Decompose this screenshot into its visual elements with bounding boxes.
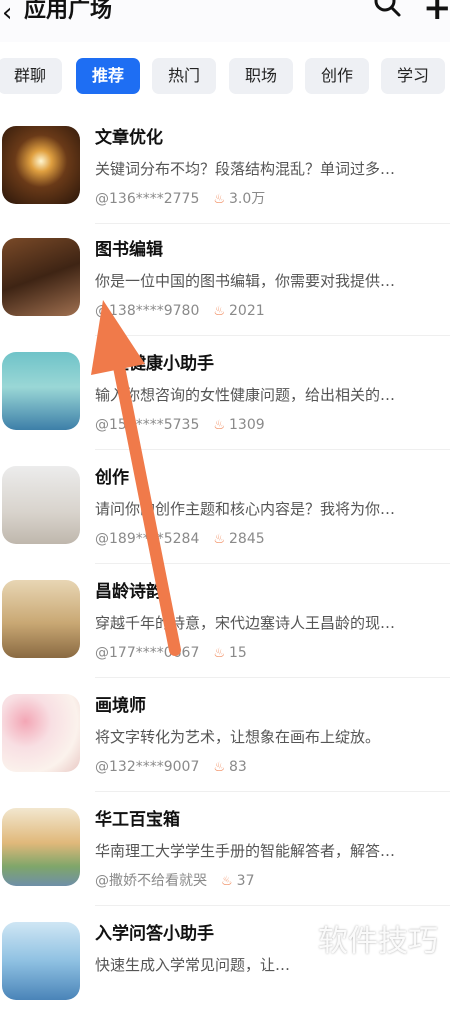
app-description: 穿越千年的诗意，宋代边塞诗人王昌龄的现… [95, 614, 396, 632]
app-meta: @152****5735 ♨ 1309 [95, 414, 265, 437]
divider [95, 449, 450, 450]
page-title: 应用广场 [24, 0, 113, 23]
app-meta: @撒娇不给看就哭 ♨ 37 [95, 870, 254, 893]
app-title: 创作 [95, 468, 129, 488]
category-tabs: 群聊 推荐 热门 职场 创作 学习 [0, 58, 450, 96]
divider [95, 563, 450, 564]
search-icon[interactable] [372, 0, 402, 18]
heat-count: 2845 [229, 531, 265, 547]
plus-icon[interactable]: + [423, 0, 450, 25]
app-description: 输入你想咨询的女性健康问题，给出相关的… [95, 386, 396, 404]
app-meta: @132****9007 ♨ 83 [95, 756, 247, 779]
app-description: 请问你的创作主题和核心内容是？我将为你… [95, 500, 396, 518]
author-handle: @138****9780 [95, 303, 200, 319]
app-thumbnail [2, 352, 80, 430]
app-description: 关键词分布不均？段落结构混乱？单词过多… [95, 160, 396, 178]
back-chevron-icon[interactable]: ‹ [2, 0, 12, 26]
divider [95, 905, 450, 906]
heat-count: 83 [229, 759, 247, 775]
app-title: 昌龄诗韵 [95, 582, 163, 602]
divider [95, 335, 450, 336]
divider [95, 677, 450, 678]
app-description: 将文字转化为艺术，让想象在画布上绽放。 [95, 728, 381, 746]
app-thumbnail [2, 580, 80, 658]
author-handle: @152****5735 [95, 417, 200, 433]
list-item[interactable]: 女性健康小助手 输入你想咨询的女性健康问题，给出相关的… @152****573… [0, 338, 450, 450]
app-description: 华南理工大学学生手册的智能解答者，解答… [95, 842, 396, 860]
app-title: 华工百宝箱 [95, 810, 180, 830]
app-thumbnail [2, 126, 80, 204]
author-handle: @136****2775 [95, 191, 200, 207]
app-thumbnail [2, 922, 80, 1000]
app-title: 女性健康小助手 [95, 354, 214, 374]
app-thumbnail [2, 238, 80, 316]
author-handle: @189****5284 [95, 531, 200, 547]
app-title: 图书编辑 [95, 240, 163, 260]
heat-count: 15 [229, 645, 247, 661]
list-item[interactable]: 创作 请问你的创作主题和核心内容是？我将为你… @189****5284 ♨ 284… [0, 452, 450, 564]
app-thumbnail [2, 694, 80, 772]
app-meta: @177****0667 ♨ 15 [95, 642, 247, 665]
app-title: 文章优化 [95, 128, 163, 148]
fire-icon: ♨ [213, 304, 226, 319]
app-title: 入学问答小助手 [95, 924, 214, 944]
author-handle: @177****0667 [95, 645, 200, 661]
fire-icon: ♨ [213, 192, 226, 207]
heat-count: 2021 [229, 303, 265, 319]
tab-study[interactable]: 学习 [381, 58, 445, 94]
app-meta: @136****2775 ♨ 3.0万 [95, 188, 265, 211]
app-header: ‹ 应用广场 + [0, 0, 450, 42]
tab-popular[interactable]: 热门 [152, 58, 216, 94]
app-thumbnail [2, 808, 80, 886]
list-item[interactable]: 华工百宝箱 华南理工大学学生手册的智能解答者，解答… @撒娇不给看就哭 ♨ 37 [0, 794, 450, 906]
fire-icon: ♨ [213, 532, 226, 547]
fire-icon: ♨ [213, 760, 226, 775]
list-item[interactable]: 图书编辑 你是一位中国的图书编辑，你需要对我提供… @138****9780 ♨ 2… [0, 224, 450, 336]
tab-recommended[interactable]: 推荐 [76, 58, 140, 94]
app-thumbnail [2, 466, 80, 544]
tab-workplace[interactable]: 职场 [229, 58, 293, 94]
heat-count: 37 [236, 873, 255, 889]
author-handle: @132****9007 [95, 759, 200, 775]
app-meta: @189****5284 ♨ 2845 [95, 528, 265, 551]
app-description: 你是一位中国的图书编辑，你需要对我提供… [95, 272, 396, 290]
tab-group-chat[interactable]: 群聊 [0, 58, 62, 94]
heat-count: 3.0万 [229, 191, 266, 207]
app-meta: @138****9780 ♨ 2021 [95, 300, 265, 323]
fire-icon: ♨ [213, 418, 226, 433]
heat-count: 1309 [229, 417, 265, 433]
watermark-text: 软件技巧 [318, 924, 438, 959]
author-handle: @撒娇不给看就哭 [95, 873, 207, 889]
list-item[interactable]: 昌龄诗韵 穿越千年的诗意，宋代边塞诗人王昌龄的现… @177****0667 ♨ 1… [0, 566, 450, 678]
fire-icon: ♨ [221, 874, 233, 889]
divider [95, 791, 450, 792]
list-item[interactable]: 画境师 将文字转化为艺术，让想象在画布上绽放。 @132****9007 ♨ 83 [0, 680, 450, 792]
app-title: 画境师 [95, 696, 146, 716]
list-item[interactable]: 文章优化 关键词分布不均？段落结构混乱？单词过多… @136****2775 ♨ 3… [0, 112, 450, 224]
fire-icon: ♨ [213, 646, 226, 661]
tab-creation[interactable]: 创作 [305, 58, 369, 94]
